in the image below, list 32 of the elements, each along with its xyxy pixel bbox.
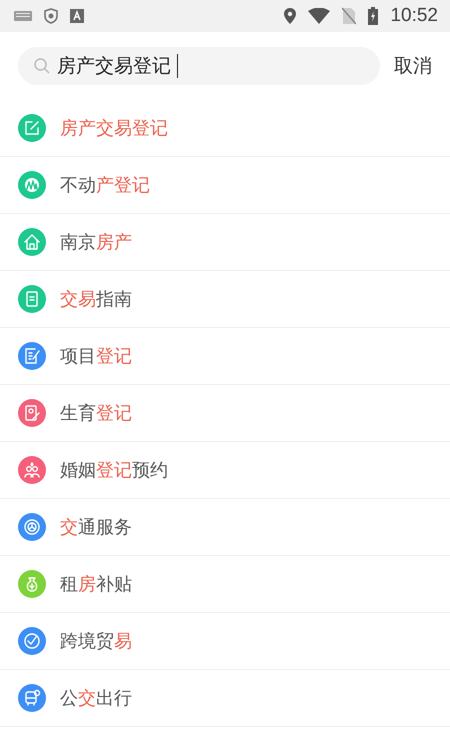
result-item[interactable]: 不动产登记 [0,157,450,214]
result-label: 交通服务 [60,516,132,539]
no-sim-icon [342,7,356,25]
result-label: 房产交易登记 [60,117,168,140]
result-label: 婚姻登记预约 [60,459,168,482]
result-label: 租房补贴 [60,573,132,596]
shield-icon [44,8,58,24]
result-item[interactable]: 租房补贴 [0,556,450,613]
result-item[interactable]: 南京房产 [0,214,450,271]
location-icon [284,8,296,24]
result-label: 南京房产 [60,231,132,254]
cancel-button[interactable]: 取消 [380,53,432,79]
search-icon [33,57,51,75]
result-item[interactable]: 生育登记 [0,385,450,442]
result-item[interactable]: 项目 登记 [0,328,450,385]
result-label: 公交出行 [60,687,132,710]
result-item[interactable]: 交通服务 [0,499,450,556]
result-item[interactable]: 公交出行 [0,670,450,727]
wifi-icon [308,8,330,24]
result-item[interactable]: 交易指南 [0,271,450,328]
keyboard-icon [14,11,32,21]
clock-time: 10:52 [390,5,438,27]
font-icon [70,9,84,23]
result-label: 不动产登记 [60,174,150,197]
result-label: 跨境贸易 [60,630,132,653]
result-item[interactable]: 跨境贸易 [0,613,450,670]
search-field[interactable]: 房产交易登记 [18,47,380,85]
battery-charging-icon [368,7,378,25]
result-label: 交易指南 [60,288,132,311]
result-label: 项目 登记 [60,345,132,368]
result-label: 生育登记 [60,402,132,425]
result-item[interactable]: 婚姻登记预约 [0,442,450,499]
